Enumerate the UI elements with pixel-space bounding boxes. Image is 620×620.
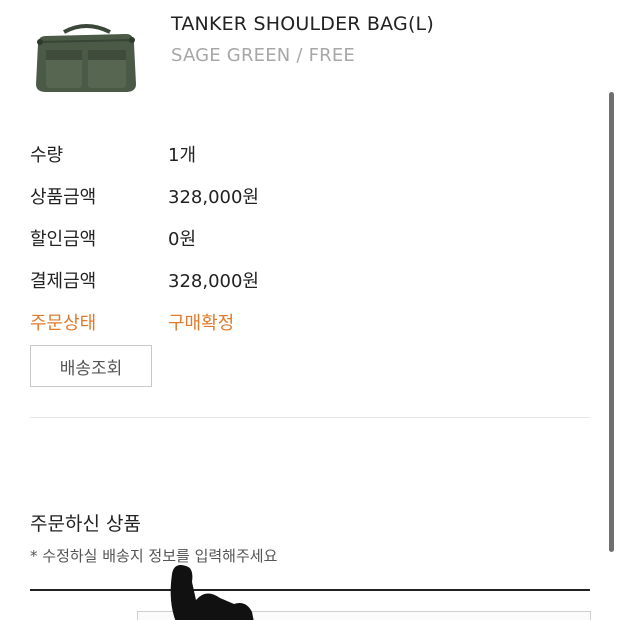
payment-label: 결제금액 [30,271,97,292]
finger-shadow-icon [170,565,254,620]
ordered-products-title: 주문하신 상품 [30,513,141,535]
price-row: 상품금액 328,000원 [30,183,570,213]
payment-value: 328,000원 [168,271,259,292]
quantity-row: 수량 1개 [30,141,570,171]
payment-row: 결제금액 328,000원 [30,267,570,297]
product-option: SAGE GREEN / FREE [171,45,355,66]
product-thumbnail[interactable] [30,18,142,96]
discount-row: 할인금액 0원 [30,225,570,255]
order-status-row: 주문상태 구매확정 [30,309,570,339]
discount-value: 0원 [168,229,197,250]
order-status-value: 구매확정 [168,313,235,334]
quantity-label: 수량 [30,145,64,166]
table-top-border [30,589,590,591]
product-name[interactable]: TANKER SHOULDER BAG(L) [171,13,434,35]
scrollbar[interactable] [609,92,614,552]
shipping-lookup-button[interactable]: 배송조회 [30,345,152,387]
quantity-value: 1개 [168,145,197,166]
price-value: 328,000원 [168,187,259,208]
discount-label: 할인금액 [30,229,97,250]
bag-thumbnail-icon [36,24,136,92]
price-label: 상품금액 [30,187,97,208]
section-divider [30,417,590,418]
order-status-label: 주문상태 [30,313,97,334]
